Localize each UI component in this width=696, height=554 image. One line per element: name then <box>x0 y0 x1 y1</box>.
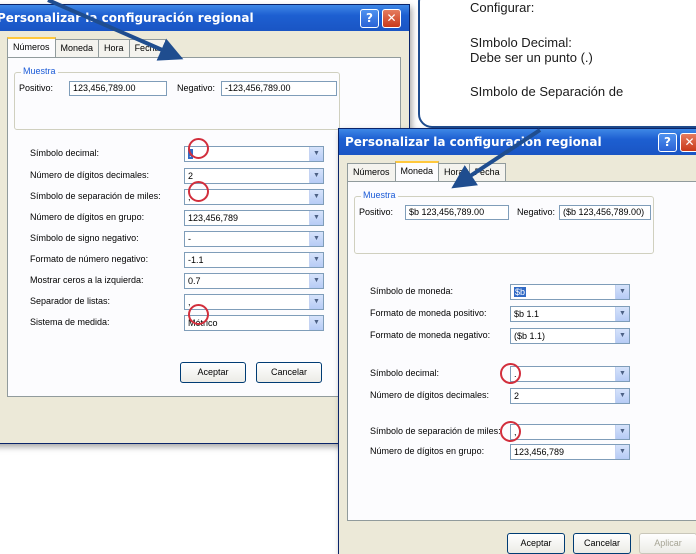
arrow-to-numbers-dialog <box>47 0 184 61</box>
tab-moneda[interactable]: Moneda <box>394 161 440 181</box>
arrow-to-currency-dialog <box>451 128 542 189</box>
pointer-arrows <box>47 0 542 189</box>
tab-numeros[interactable]: Números <box>7 37 56 57</box>
